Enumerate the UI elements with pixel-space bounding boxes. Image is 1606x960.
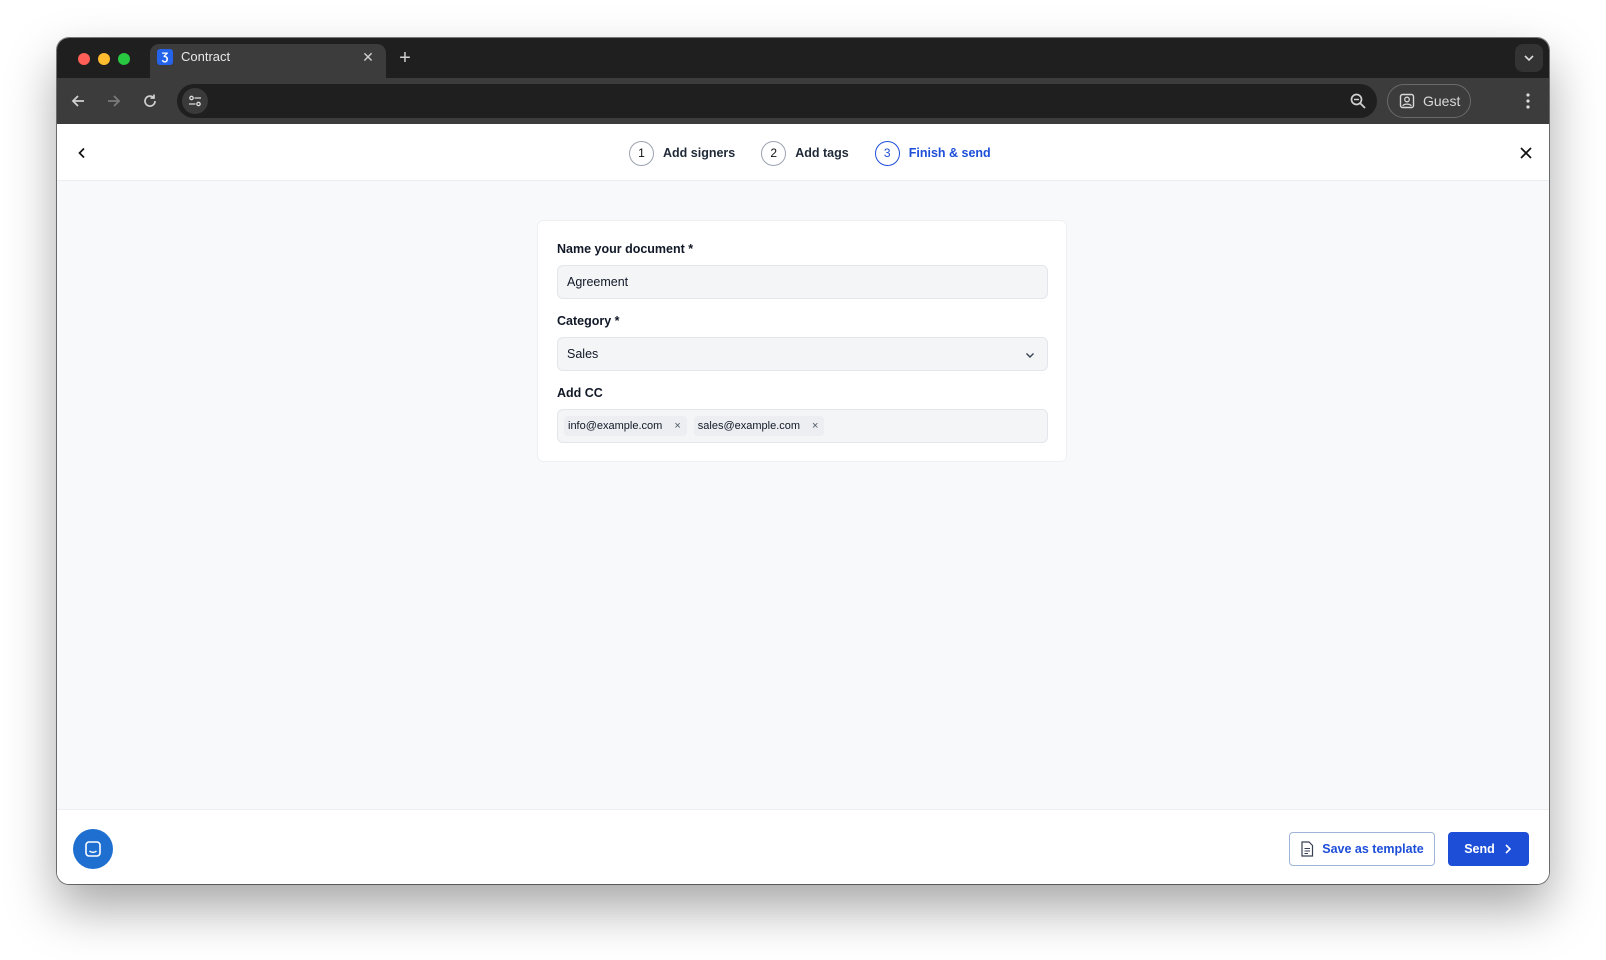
chevron-right-icon: [1505, 844, 1511, 854]
document-name-field[interactable]: [557, 265, 1048, 299]
close-window-button[interactable]: [78, 53, 90, 65]
required-mark: *: [614, 314, 620, 328]
document-icon: [1301, 841, 1314, 857]
save-as-template-label: Save as template: [1322, 842, 1424, 856]
address-bar[interactable]: [177, 84, 1377, 118]
category-select[interactable]: Sales: [557, 337, 1048, 371]
zoom-icon: [1350, 93, 1366, 109]
stepper: 1 Add signers 2 Add tags 3 Finish & send: [629, 140, 1017, 166]
zoom-button[interactable]: [1345, 88, 1371, 114]
browser-menu-button[interactable]: [1517, 88, 1539, 114]
tab-strip: Ʒ Contract ✕ +: [57, 38, 1549, 78]
profile-label: Guest: [1423, 93, 1461, 109]
document-settings-card: Name your document * Category * Sales Ad…: [537, 220, 1067, 462]
browser-window: Ʒ Contract ✕ + Guest 1 Add signers 2 Add…: [57, 38, 1549, 884]
step-finish-send[interactable]: 3 Finish & send: [874, 140, 991, 166]
profile-button[interactable]: Guest: [1387, 84, 1471, 118]
step-number: 2: [761, 140, 787, 166]
chevron-left-icon: [78, 147, 85, 159]
remove-cc-button[interactable]: ×: [674, 420, 680, 432]
chevron-down-icon: [1524, 55, 1534, 62]
kebab-menu-icon: [1526, 93, 1530, 109]
document-name-label-text: Name your document: [557, 242, 685, 256]
app-content: 1 Add signers 2 Add tags 3 Finish & send…: [57, 124, 1549, 884]
remove-cc-button[interactable]: ×: [812, 420, 818, 432]
cc-label: Add CC: [557, 386, 603, 400]
action-footer: Save as template Send: [57, 809, 1549, 884]
reload-button[interactable]: [137, 88, 163, 114]
profile-icon: [1399, 93, 1415, 109]
forward-button[interactable]: [101, 88, 127, 114]
new-tab-button[interactable]: +: [394, 47, 416, 69]
save-as-template-button[interactable]: Save as template: [1289, 832, 1435, 866]
maximize-window-button[interactable]: [118, 53, 130, 65]
tab-search-button[interactable]: [1515, 44, 1543, 72]
forward-arrow-icon: [108, 95, 121, 107]
url-input[interactable]: [213, 86, 1328, 116]
step-number: 3: [874, 140, 900, 166]
document-name-label: Name your document *: [557, 242, 693, 256]
category-label: Category *: [557, 314, 620, 328]
site-settings-button[interactable]: [182, 88, 208, 114]
step-header: 1 Add signers 2 Add tags 3 Finish & send: [57, 124, 1549, 181]
favicon-icon: Ʒ: [157, 49, 173, 65]
browser-tab-active[interactable]: Ʒ Contract ✕: [150, 44, 386, 78]
back-arrow-icon: [71, 95, 84, 107]
step-label: Finish & send: [908, 146, 991, 160]
chevron-down-icon: [1026, 353, 1034, 358]
send-label: Send: [1464, 842, 1495, 856]
document-name-input[interactable]: [567, 275, 1047, 289]
close-icon: [1520, 147, 1532, 159]
cc-chip: sales@example.com ×: [693, 416, 825, 436]
back-step-button[interactable]: [71, 142, 93, 164]
step-label: Add tags: [795, 146, 849, 160]
cc-chip: info@example.com ×: [564, 416, 687, 436]
required-mark: *: [688, 242, 694, 256]
step-label: Add signers: [663, 146, 736, 160]
close-tab-button[interactable]: ✕: [360, 49, 376, 65]
chat-launcher-button[interactable]: [73, 829, 113, 869]
minimize-window-button[interactable]: [98, 53, 110, 65]
browser-toolbar: Guest: [57, 78, 1549, 124]
reload-icon: [144, 94, 156, 107]
step-number: 1: [629, 140, 654, 166]
category-value: Sales: [567, 347, 599, 361]
close-editor-button[interactable]: [1515, 142, 1537, 164]
tab-title: Contract: [181, 49, 231, 64]
step-add-tags[interactable]: 2 Add tags: [761, 140, 849, 166]
cc-chip-email: sales@example.com: [697, 420, 801, 432]
cc-field[interactable]: info@example.com × sales@example.com ×: [557, 409, 1048, 443]
site-settings-icon: [189, 95, 201, 107]
send-button[interactable]: Send: [1448, 832, 1529, 866]
cc-chip-email: info@example.com: [568, 420, 663, 432]
chat-icon: [85, 841, 101, 857]
back-button[interactable]: [65, 88, 91, 114]
category-label-text: Category: [557, 314, 612, 328]
step-add-signers[interactable]: 1 Add signers: [629, 140, 736, 166]
